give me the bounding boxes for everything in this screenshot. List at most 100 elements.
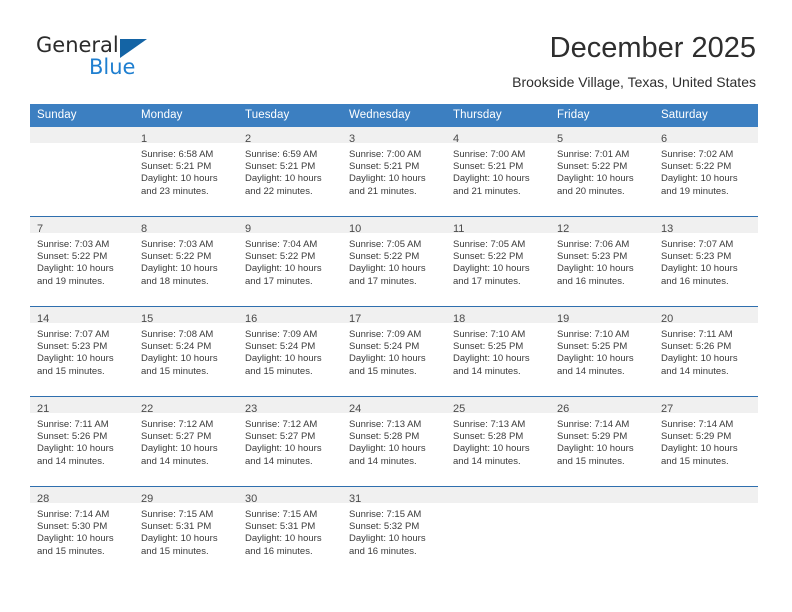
- calendar-day-cell[interactable]: 8 Sunrise: 7:03 AM Sunset: 5:22 PM Daylight…: [134, 216, 238, 307]
- calendar-day-cell[interactable]: 22 Sunrise: 7:12 AM Sunset: 5:27 PM Dayligh…: [134, 396, 238, 487]
- sunrise-text: Sunrise: 7:13 AM: [349, 419, 422, 430]
- calendar-day-cell[interactable]: 13 Sunrise: 7:07 AM Sunset: 5:23 PM Dayligh…: [654, 216, 758, 307]
- sunrise-text: Sunrise: 7:05 AM: [453, 239, 526, 250]
- day-number: 10: [349, 223, 362, 235]
- calendar-day-cell[interactable]: 3 Sunrise: 7:00 AM Sunset: 5:21 PM Daylight…: [342, 127, 446, 217]
- day-number-band: 3: [342, 127, 446, 145]
- daylight-text-line2: and 15 minutes.: [349, 365, 417, 377]
- sunrise-text: Sunrise: 7:03 AM: [37, 239, 110, 250]
- calendar-day-cell[interactable]: 16 Sunrise: 7:09 AM Sunset: 5:24 PM Dayligh…: [238, 306, 342, 397]
- calendar-day-cell[interactable]: 30 Sunrise: 7:15 AM Sunset: 5:31 PM Dayligh…: [238, 486, 342, 576]
- day-cell-inner: 22 Sunrise: 7:12 AM Sunset: 5:27 PM Dayligh…: [134, 397, 238, 486]
- calendar-day-cell[interactable]: 25 Sunrise: 7:13 AM Sunset: 5:28 PM Dayligh…: [446, 396, 550, 487]
- calendar-day-cell[interactable]: 29 Sunrise: 7:15 AM Sunset: 5:31 PM Dayligh…: [134, 486, 238, 576]
- day-number-band: 7: [30, 217, 134, 235]
- calendar-day-cell[interactable]: 10 Sunrise: 7:05 AM Sunset: 5:22 PM Dayligh…: [342, 216, 446, 307]
- day-number: 15: [141, 313, 154, 325]
- calendar-day-cell[interactable]: 15 Sunrise: 7:08 AM Sunset: 5:24 PM Dayligh…: [134, 306, 238, 397]
- sunset-text: Sunset: 5:28 PM: [453, 431, 524, 443]
- calendar-day-cell[interactable]: 18 Sunrise: 7:10 AM Sunset: 5:25 PM Dayligh…: [446, 306, 550, 397]
- calendar-day-cell[interactable]: 7 Sunrise: 7:03 AM Sunset: 5:22 PM Daylight…: [30, 216, 134, 307]
- logo-text-general: General: [36, 33, 119, 57]
- day-number-band: 19: [550, 307, 654, 325]
- calendar-day-cell[interactable]: 24 Sunrise: 7:13 AM Sunset: 5:28 PM Dayligh…: [342, 396, 446, 487]
- sunset-text: Sunset: 5:22 PM: [557, 161, 628, 173]
- daylight-text-line2: and 16 minutes.: [245, 545, 313, 557]
- day-cell-inner: 1 Sunrise: 6:58 AM Sunset: 5:21 PM Daylight…: [134, 127, 238, 216]
- daylight-text-line2: and 16 minutes.: [661, 275, 729, 287]
- sunset-text: Sunset: 5:22 PM: [661, 161, 732, 173]
- sunrise-text: Sunrise: 7:06 AM: [557, 239, 630, 250]
- sunset-text: Sunset: 5:31 PM: [141, 521, 212, 533]
- daylight-text-line2: and 19 minutes.: [661, 185, 729, 197]
- calendar-day-cell[interactable]: 9 Sunrise: 7:04 AM Sunset: 5:22 PM Daylight…: [238, 216, 342, 307]
- sunset-text: Sunset: 5:21 PM: [453, 161, 524, 173]
- day-details: Sunrise: 7:13 AM Sunset: 5:28 PM Daylight:…: [342, 413, 446, 468]
- sunrise-text: Sunrise: 7:15 AM: [349, 509, 422, 520]
- calendar-day-cell[interactable]: 19 Sunrise: 7:10 AM Sunset: 5:25 PM Dayligh…: [550, 306, 654, 397]
- daylight-text-line2: and 14 minutes.: [453, 365, 521, 377]
- calendar-day-cell[interactable]: 4 Sunrise: 7:00 AM Sunset: 5:21 PM Daylight…: [446, 127, 550, 217]
- day-cell-inner: 12 Sunrise: 7:06 AM Sunset: 5:23 PM Dayligh…: [550, 217, 654, 306]
- day-number-band: 16: [238, 307, 342, 325]
- day-number: 19: [557, 313, 570, 325]
- day-details: Sunrise: 7:07 AM Sunset: 5:23 PM Daylight:…: [654, 233, 758, 288]
- day-number: 8: [141, 223, 148, 235]
- day-details: Sunrise: 7:00 AM Sunset: 5:21 PM Daylight:…: [342, 143, 446, 198]
- calendar-day-cell[interactable]: 2 Sunrise: 6:59 AM Sunset: 5:21 PM Daylight…: [238, 127, 342, 217]
- calendar-week-row: 14 Sunrise: 7:07 AM Sunset: 5:23 PM Dayligh…: [30, 306, 758, 397]
- day-cell-inner: 19 Sunrise: 7:10 AM Sunset: 5:25 PM Dayligh…: [550, 307, 654, 396]
- daylight-text-line1: Daylight: 10 hours: [349, 353, 426, 365]
- daylight-text-line1: Daylight: 10 hours: [349, 533, 426, 545]
- calendar-day-cell[interactable]: 27 Sunrise: 7:14 AM Sunset: 5:29 PM Dayligh…: [654, 396, 758, 487]
- day-number: 25: [453, 403, 466, 415]
- day-number-band: 14: [30, 307, 134, 325]
- calendar-day-cell[interactable]: 5 Sunrise: 7:01 AM Sunset: 5:22 PM Daylight…: [550, 127, 654, 217]
- calendar-day-cell[interactable]: 6 Sunrise: 7:02 AM Sunset: 5:22 PM Daylight…: [654, 127, 758, 217]
- day-cell-inner: 11 Sunrise: 7:05 AM Sunset: 5:22 PM Dayligh…: [446, 217, 550, 306]
- calendar-day-cell[interactable]: 1 Sunrise: 6:58 AM Sunset: 5:21 PM Daylight…: [134, 127, 238, 217]
- day-number: 23: [245, 403, 258, 415]
- calendar-day-cell[interactable]: 23 Sunrise: 7:12 AM Sunset: 5:27 PM Dayligh…: [238, 396, 342, 487]
- calendar-day-cell[interactable]: 26 Sunrise: 7:14 AM Sunset: 5:29 PM Dayligh…: [550, 396, 654, 487]
- day-number: 12: [557, 223, 570, 235]
- calendar-day-cell[interactable]: 21 Sunrise: 7:11 AM Sunset: 5:26 PM Dayligh…: [30, 396, 134, 487]
- calendar-day-cell[interactable]: 17 Sunrise: 7:09 AM Sunset: 5:24 PM Dayligh…: [342, 306, 446, 397]
- sunrise-text: Sunrise: 7:10 AM: [453, 329, 526, 340]
- calendar-day-cell[interactable]: 20 Sunrise: 7:11 AM Sunset: 5:26 PM Dayligh…: [654, 306, 758, 397]
- day-cell-inner: 10 Sunrise: 7:05 AM Sunset: 5:22 PM Dayligh…: [342, 217, 446, 306]
- calendar-day-cell[interactable]: 14 Sunrise: 7:07 AM Sunset: 5:23 PM Dayligh…: [30, 306, 134, 397]
- sunrise-text: Sunrise: 7:15 AM: [245, 509, 318, 520]
- day-details: Sunrise: 7:15 AM Sunset: 5:32 PM Daylight:…: [342, 503, 446, 558]
- day-details: Sunrise: 7:05 AM Sunset: 5:22 PM Daylight:…: [342, 233, 446, 288]
- calendar-week-row: 21 Sunrise: 7:11 AM Sunset: 5:26 PM Dayligh…: [30, 396, 758, 487]
- day-cell-inner: 28 Sunrise: 7:14 AM Sunset: 5:30 PM Dayligh…: [30, 487, 134, 576]
- sunrise-text: Sunrise: 7:07 AM: [661, 239, 734, 250]
- daylight-text-line2: and 17 minutes.: [453, 275, 521, 287]
- day-cell-inner: 29 Sunrise: 7:15 AM Sunset: 5:31 PM Dayligh…: [134, 487, 238, 576]
- day-number-band: [550, 487, 654, 503]
- daylight-text-line2: and 15 minutes.: [661, 455, 729, 467]
- weekday-header-saturday: Saturday: [654, 104, 758, 127]
- day-number-band: 21: [30, 397, 134, 415]
- sunrise-text: Sunrise: 7:14 AM: [661, 419, 734, 430]
- day-number: 21: [37, 403, 50, 415]
- calendar-day-cell[interactable]: 28 Sunrise: 7:14 AM Sunset: 5:30 PM Dayligh…: [30, 486, 134, 576]
- day-cell-inner: 4 Sunrise: 7:00 AM Sunset: 5:21 PM Daylight…: [446, 127, 550, 216]
- day-number: 14: [37, 313, 50, 325]
- day-cell-inner: 25 Sunrise: 7:13 AM Sunset: 5:28 PM Dayligh…: [446, 397, 550, 486]
- calendar-day-cell[interactable]: 31 Sunrise: 7:15 AM Sunset: 5:32 PM Dayligh…: [342, 486, 446, 576]
- sunset-text: Sunset: 5:30 PM: [37, 521, 108, 533]
- day-number: 13: [661, 223, 674, 235]
- daylight-text-line2: and 16 minutes.: [349, 545, 417, 557]
- sunset-text: Sunset: 5:21 PM: [141, 161, 212, 173]
- sunset-text: Sunset: 5:22 PM: [37, 251, 108, 263]
- day-cell-inner: 9 Sunrise: 7:04 AM Sunset: 5:22 PM Daylight…: [238, 217, 342, 306]
- daylight-text-line2: and 19 minutes.: [37, 275, 105, 287]
- calendar-day-cell[interactable]: 11 Sunrise: 7:05 AM Sunset: 5:22 PM Dayligh…: [446, 216, 550, 307]
- daylight-text-line2: and 22 minutes.: [245, 185, 313, 197]
- day-details: Sunrise: 7:00 AM Sunset: 5:21 PM Daylight:…: [446, 143, 550, 198]
- day-number-band: [654, 487, 758, 503]
- calendar-day-cell[interactable]: 12 Sunrise: 7:06 AM Sunset: 5:23 PM Dayligh…: [550, 216, 654, 307]
- day-details: Sunrise: 7:04 AM Sunset: 5:22 PM Daylight:…: [238, 233, 342, 288]
